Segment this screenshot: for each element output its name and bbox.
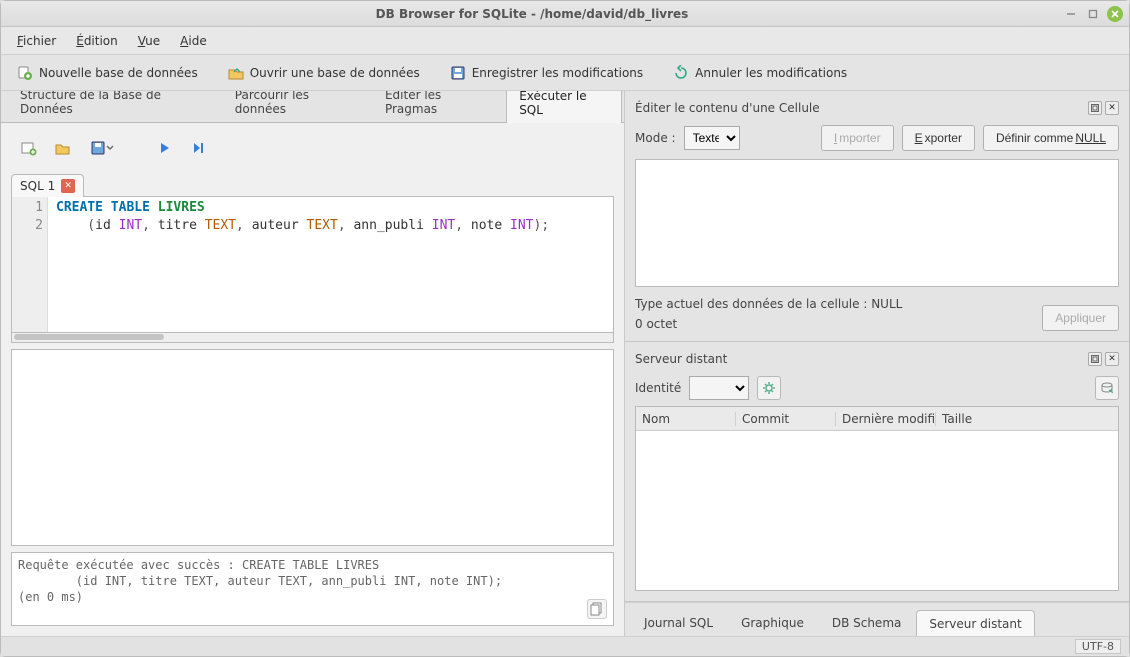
sql-log-pane: Requête exécutée avec succès : CREATE TA… bbox=[11, 552, 614, 626]
export-button[interactable]: Exporter bbox=[902, 125, 975, 151]
tab-execute-sql[interactable]: Exécuter le SQL bbox=[506, 91, 622, 123]
col-nom[interactable]: Nom bbox=[636, 412, 736, 426]
cell-size-info: 0 octet bbox=[635, 317, 1042, 331]
close-button[interactable] bbox=[1107, 6, 1123, 22]
sql-tab-label: SQL 1 bbox=[20, 179, 55, 193]
apply-button[interactable]: Appliquer bbox=[1042, 305, 1119, 331]
identity-label: Identité bbox=[635, 381, 681, 395]
tab-graphique[interactable]: Graphique bbox=[728, 609, 817, 636]
copy-log-button[interactable] bbox=[587, 599, 607, 619]
close-sql-tab-button[interactable]: ✕ bbox=[61, 179, 75, 193]
remote-close-button[interactable]: ✕ bbox=[1105, 352, 1119, 366]
tab-edit-pragmas[interactable]: Éditer les Pragmas bbox=[372, 91, 504, 122]
remote-panel-header: Serveur distant ✕ bbox=[635, 348, 1119, 370]
main-area: Structure de la Base de Données Parcouri… bbox=[1, 91, 1129, 636]
sql-editor[interactable]: 12 CREATE TABLE LIVRES (id INT, titre TE… bbox=[11, 197, 614, 333]
mode-select[interactable]: Texte bbox=[684, 126, 740, 150]
remote-table-header: Nom Commit Dernière modific Taille bbox=[636, 407, 1118, 431]
remote-refresh-button[interactable] bbox=[1095, 376, 1119, 400]
statusbar: UTF-8 bbox=[1, 636, 1129, 656]
new-database-label: Nouvelle base de données bbox=[39, 66, 198, 80]
tab-browse-data[interactable]: Parcourir les données bbox=[222, 91, 370, 122]
main-tabs: Structure de la Base de Données Parcouri… bbox=[1, 91, 624, 123]
window-title: DB Browser for SQLite - /home/david/db_l… bbox=[7, 7, 1057, 21]
remote-server-panel: Serveur distant ✕ Identité Nom bbox=[625, 342, 1129, 602]
cell-edit-title: Éditer le contenu d'une Cellule bbox=[635, 101, 1085, 115]
remote-undock-button[interactable] bbox=[1088, 352, 1102, 366]
cell-edit-panel: Éditer le contenu d'une Cellule ✕ Mode :… bbox=[625, 91, 1129, 342]
new-sql-tab-button[interactable] bbox=[19, 138, 39, 158]
open-database-label: Ouvrir une base de données bbox=[250, 66, 420, 80]
tab-journal-sql[interactable]: Journal SQL bbox=[631, 609, 726, 636]
col-lastmod[interactable]: Dernière modific bbox=[836, 412, 936, 426]
save-changes-button[interactable]: Enregistrer les modifications bbox=[444, 61, 649, 85]
cell-content-textarea[interactable] bbox=[635, 159, 1119, 287]
open-sql-file-button[interactable] bbox=[53, 138, 73, 158]
mode-label: Mode : bbox=[635, 131, 676, 145]
chevron-down-icon bbox=[106, 144, 114, 152]
execute-all-button[interactable] bbox=[155, 138, 175, 158]
revert-changes-button[interactable]: Annuler les modifications bbox=[667, 61, 853, 85]
set-null-button[interactable]: Définir comme NULL bbox=[983, 125, 1119, 151]
menu-fichier[interactable]: Fichier bbox=[9, 30, 64, 52]
save-icon bbox=[450, 65, 466, 81]
bottom-panel-tabs: Journal SQL Graphique DB Schema Serveur … bbox=[625, 602, 1129, 636]
panel-close-button[interactable]: ✕ bbox=[1105, 101, 1119, 115]
col-size[interactable]: Taille bbox=[936, 412, 1118, 426]
identity-select[interactable] bbox=[689, 376, 749, 400]
save-sql-button[interactable] bbox=[87, 138, 117, 158]
sql-log-text: Requête exécutée avec succès : CREATE TA… bbox=[18, 558, 502, 604]
maximize-button[interactable] bbox=[1085, 6, 1101, 22]
save-changes-label: Enregistrer les modifications bbox=[472, 66, 643, 80]
left-pane: Structure de la Base de Données Parcouri… bbox=[1, 91, 625, 636]
sql-tab-row: SQL 1 ✕ bbox=[11, 167, 614, 197]
sql-panel: SQL 1 ✕ 12 CREATE TABLE LIVRES (id INT, … bbox=[1, 123, 624, 636]
tab-serveur-distant[interactable]: Serveur distant bbox=[916, 610, 1034, 636]
remote-panel-title: Serveur distant bbox=[635, 352, 1085, 366]
status-encoding: UTF-8 bbox=[1075, 639, 1121, 654]
identity-settings-button[interactable] bbox=[757, 376, 781, 400]
sql-results-pane[interactable] bbox=[11, 349, 614, 546]
import-button[interactable]: Importer bbox=[821, 125, 894, 151]
editor-code[interactable]: CREATE TABLE LIVRES (id INT, titre TEXT,… bbox=[48, 197, 613, 332]
editor-horizontal-scrollbar[interactable] bbox=[11, 333, 614, 343]
menu-aide[interactable]: Aide bbox=[172, 30, 215, 52]
right-pane: Éditer le contenu d'une Cellule ✕ Mode :… bbox=[625, 91, 1129, 636]
open-database-button[interactable]: Ouvrir une base de données bbox=[222, 61, 426, 85]
open-database-icon bbox=[228, 65, 244, 81]
titlebar: DB Browser for SQLite - /home/david/db_l… bbox=[1, 1, 1129, 27]
revert-changes-label: Annuler les modifications bbox=[695, 66, 847, 80]
revert-icon bbox=[673, 65, 689, 81]
menubar: Fichier Édition Vue Aide bbox=[1, 27, 1129, 55]
sql-toolbar bbox=[11, 129, 614, 167]
new-database-icon bbox=[17, 65, 33, 81]
scrollbar-thumb[interactable] bbox=[14, 334, 164, 340]
menu-vue[interactable]: Vue bbox=[130, 30, 168, 52]
col-commit[interactable]: Commit bbox=[736, 412, 836, 426]
menu-edition[interactable]: Édition bbox=[68, 30, 126, 52]
minimize-button[interactable] bbox=[1063, 6, 1079, 22]
panel-undock-button[interactable] bbox=[1088, 101, 1102, 115]
execute-line-button[interactable] bbox=[189, 138, 209, 158]
cell-type-info: Type actuel des données de la cellule : … bbox=[635, 297, 1042, 311]
cell-edit-header: Éditer le contenu d'une Cellule ✕ bbox=[635, 97, 1119, 119]
new-database-button[interactable]: Nouvelle base de données bbox=[11, 61, 204, 85]
editor-gutter: 12 bbox=[12, 197, 48, 332]
main-toolbar: Nouvelle base de données Ouvrir une base… bbox=[1, 55, 1129, 91]
tab-structure[interactable]: Structure de la Base de Données bbox=[7, 91, 220, 122]
tab-db-schema[interactable]: DB Schema bbox=[819, 609, 915, 636]
remote-table[interactable]: Nom Commit Dernière modific Taille bbox=[635, 406, 1119, 591]
sql-tab-1[interactable]: SQL 1 ✕ bbox=[11, 174, 84, 197]
